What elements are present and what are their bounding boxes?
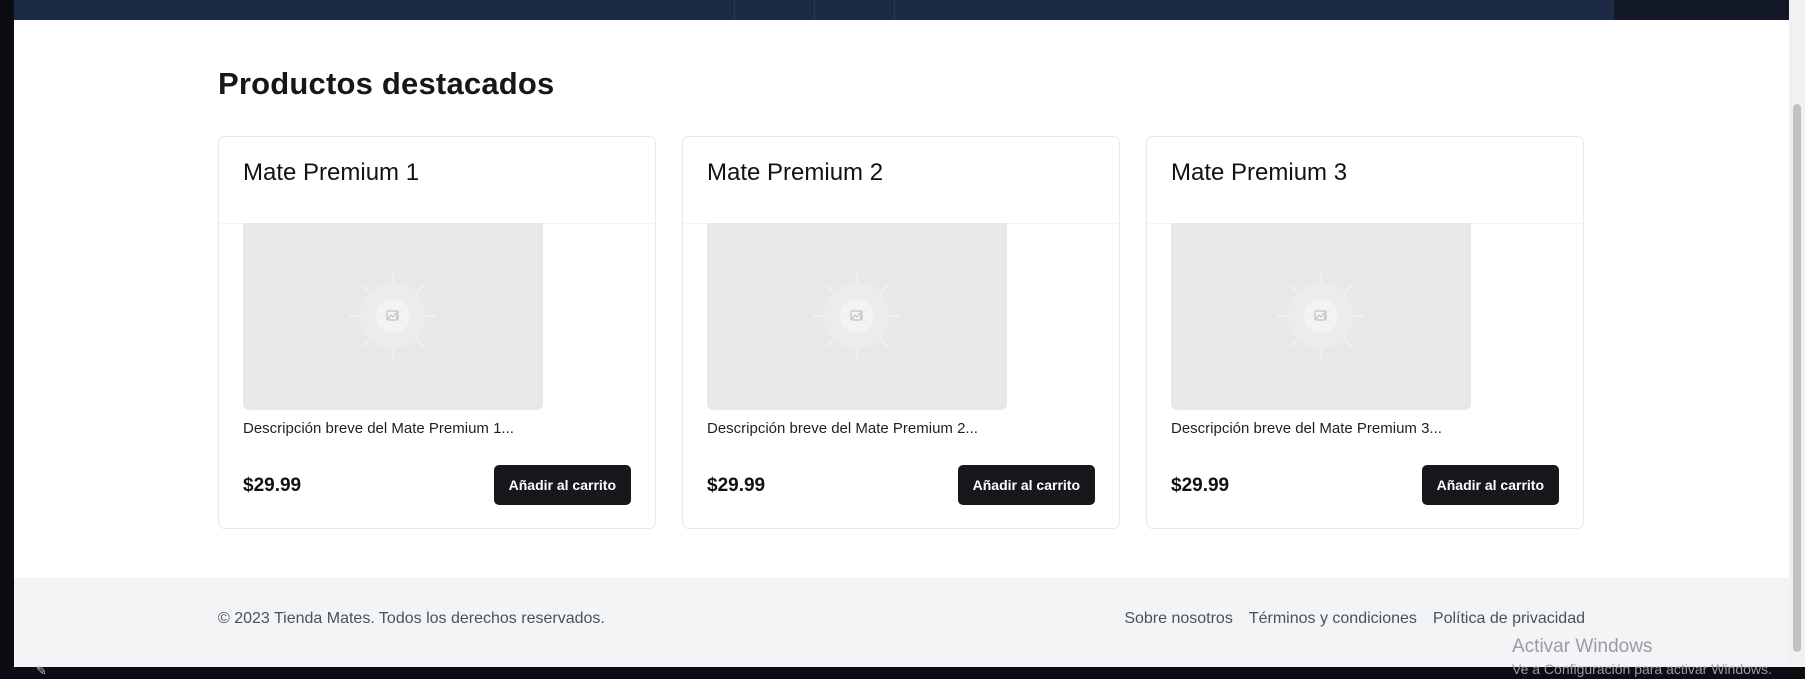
product-card: Mate Premium 2 Descripción breve del Mat… [682,136,1120,529]
hero-decoration [734,0,735,20]
product-image [243,223,543,410]
windows-activation-subtitle: Ve a Configuración para activar Windows. [1512,661,1772,677]
section-title: Productos destacados [218,66,555,101]
image-placeholder-icon [1277,273,1365,360]
hero-decoration [894,0,895,20]
footer-nav: Sobre nosotros Términos y condiciones Po… [1124,610,1585,628]
vertical-scrollbar[interactable] [1789,0,1805,667]
product-price: $29.99 [243,475,302,496]
footer-link-terms[interactable]: Términos y condiciones [1249,610,1417,628]
add-to-cart-button[interactable]: Añadir al carrito [957,465,1095,505]
windows-activation-title: Activar Windows [1512,636,1653,657]
product-price: $29.99 [1171,475,1230,496]
footer-link-about[interactable]: Sobre nosotros [1124,610,1233,628]
product-image [1171,223,1471,410]
footer-link-privacy[interactable]: Política de privacidad [1433,610,1585,628]
product-card: Mate Premium 1 Descripción breve del Mat… [218,136,656,529]
copyright-text: © 2023 Tienda Mates. Todos los derechos … [218,610,605,627]
page: Productos destacados Mate Premium 1 Desc… [14,0,1789,667]
hero-banner-edge [1614,0,1789,20]
add-to-cart-button[interactable]: Añadir al carrito [1421,465,1559,505]
add-to-cart-button[interactable]: Añadir al carrito [493,465,631,505]
product-card-header: Mate Premium 1 [219,137,655,224]
product-title: Mate Premium 3 [1171,159,1348,186]
product-card-header: Mate Premium 2 [683,137,1119,224]
product-description: Descripción breve del Mate Premium 3... [1171,420,1442,437]
product-title: Mate Premium 1 [243,159,420,186]
hero-banner [14,0,1614,20]
product-description: Descripción breve del Mate Premium 1... [243,420,514,437]
product-card-header: Mate Premium 3 [1147,137,1583,224]
image-placeholder-icon [813,273,901,360]
product-price: $29.99 [707,475,766,496]
product-description: Descripción breve del Mate Premium 2... [707,420,978,437]
product-title: Mate Premium 2 [707,159,884,186]
product-image [707,223,1007,410]
scrollbar-thumb[interactable] [1793,104,1801,652]
image-placeholder-icon [349,273,437,360]
product-card: Mate Premium 3 Descripción breve del Mat… [1146,136,1584,529]
hero-decoration [814,0,815,20]
